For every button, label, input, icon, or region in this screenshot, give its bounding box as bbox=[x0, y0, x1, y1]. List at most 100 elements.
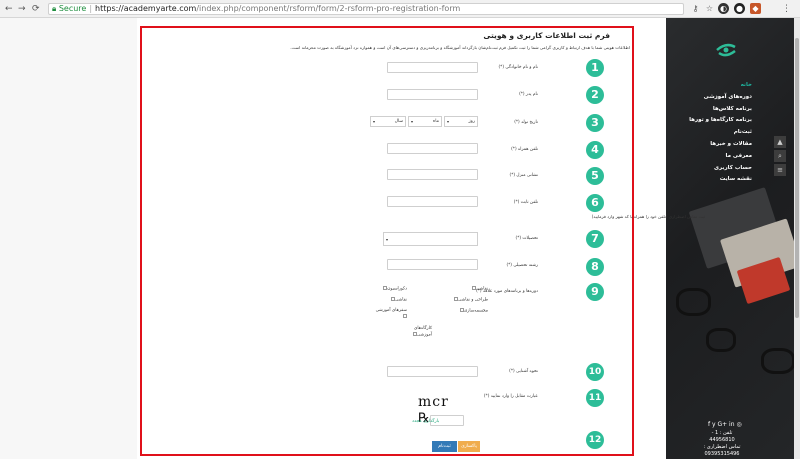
fullname-input[interactable] bbox=[387, 62, 478, 73]
site-logo[interactable] bbox=[714, 42, 738, 58]
birth-day-select[interactable]: روز ▾ bbox=[444, 116, 478, 127]
lock-icon: 🔒︎ bbox=[52, 4, 57, 13]
url-path: /index.php/component/rsform/form/2-rsfor… bbox=[196, 4, 461, 13]
field-label: رشته تحصیلی (*) bbox=[506, 263, 538, 268]
field-label: نام و نام خانوادگی (*) bbox=[498, 65, 539, 70]
reset-button[interactable]: پاکسازی bbox=[458, 441, 480, 452]
step-number: 7 bbox=[586, 230, 604, 248]
birth-day-value: روز bbox=[468, 119, 475, 124]
step-number: 12 bbox=[586, 431, 604, 449]
step-number: 9 bbox=[586, 283, 604, 301]
key-icon[interactable]: ⚷ bbox=[690, 3, 701, 14]
step-number: 6 bbox=[586, 194, 604, 212]
chevron-down-icon: ▾ bbox=[373, 119, 376, 124]
address-input[interactable] bbox=[387, 169, 478, 180]
chevron-down-icon: ▾ bbox=[386, 237, 389, 242]
field-label: تلفن ثابت (*) bbox=[513, 200, 538, 205]
social-links[interactable]: f y G+ in ◎ bbox=[708, 421, 742, 428]
decor-image bbox=[761, 348, 795, 374]
checkbox-box[interactable] bbox=[403, 314, 407, 318]
phone-number: تلفن : 1 - 44956810 bbox=[709, 430, 735, 443]
form-title: فرم ثبت اطلاعات کاربری و هویتی bbox=[483, 31, 610, 40]
checkbox-label: طراحی و نقاشی bbox=[458, 297, 488, 303]
checkbox-label: نقاشی bbox=[476, 286, 488, 292]
forward-icon[interactable]: → bbox=[18, 4, 26, 14]
step-number: 3 bbox=[586, 114, 604, 132]
browser-toolbar: ← → ⟳ 🔒︎ Secure | https://academyarte.com/… bbox=[0, 0, 800, 18]
sidebar-item-register[interactable]: ثبت‌نام bbox=[689, 127, 752, 139]
field-label: تحصیلات (*) bbox=[515, 236, 538, 241]
sidebar-item-articles[interactable]: مقالات و خبرها bbox=[689, 139, 752, 151]
step-number: 10 bbox=[586, 363, 604, 381]
sidebar-item-account[interactable]: حساب کاربری bbox=[689, 163, 752, 175]
form-intro: اطلاعات هویتی شما با هدف ارتباط و کاربری… bbox=[290, 45, 630, 50]
emergency-phone: تماس اضطراری : 09395315496 bbox=[703, 444, 741, 457]
scrollbar-thumb[interactable] bbox=[795, 38, 799, 318]
sidebar-item-class-schedule[interactable]: برنامه کلاس‌ها bbox=[689, 104, 752, 116]
captcha-image: mcr ℞ bbox=[418, 394, 449, 426]
chevron-down-icon: ▾ bbox=[447, 119, 450, 124]
step-number: 1 bbox=[586, 59, 604, 77]
sidebar-menu: خانه دوره‌های آموزشی برنامه کلاس‌ها برنا… bbox=[689, 80, 752, 186]
sidebar-item-sitemap[interactable]: نقشه سایت bbox=[689, 174, 752, 186]
interest-checkbox[interactable]: نقاشی bbox=[389, 297, 407, 304]
birth-year-value: سال bbox=[394, 119, 403, 124]
checkbox-label: نقاشی bbox=[395, 297, 407, 303]
notification-icon[interactable]: ▲ bbox=[774, 136, 786, 148]
step-number: 2 bbox=[586, 86, 604, 104]
major-input[interactable] bbox=[387, 259, 478, 270]
interest-checkbox[interactable]: مجسمه‌سازی bbox=[458, 308, 488, 315]
captcha-refresh-link[interactable]: بارگذاری مجدد bbox=[412, 419, 439, 424]
field-label: نشانی منزل (*) bbox=[509, 173, 538, 178]
checkbox-label: دکوراسیون bbox=[387, 286, 407, 292]
interest-checkbox[interactable]: کارگاه‌های آموزشی bbox=[398, 326, 432, 339]
birth-year-select[interactable]: سال ▾ bbox=[370, 116, 406, 127]
checkbox-label: کارگاه‌های آموزشی bbox=[414, 326, 432, 338]
step-number: 8 bbox=[586, 258, 604, 276]
decor-image bbox=[676, 288, 711, 316]
extension-icon[interactable]: ◐ bbox=[718, 3, 729, 14]
decor-image bbox=[706, 328, 736, 352]
menu-icon[interactable]: ⋮ bbox=[782, 4, 791, 14]
birth-month-select[interactable]: ماه ▾ bbox=[408, 116, 442, 127]
interest-checkbox[interactable]: سفرهای آموزشی bbox=[373, 308, 407, 321]
field-label: تاریخ تولد (*) bbox=[514, 120, 538, 125]
chevron-down-icon: ▾ bbox=[411, 119, 414, 124]
sidebar-item-workshops[interactable]: برنامه کارگاه‌ها و تورها bbox=[689, 115, 752, 127]
contact-info: تلفن : 1 - 44956810 تماس اضطراری : 09395… bbox=[700, 430, 744, 458]
submit-button[interactable]: ثبت‌نام bbox=[432, 441, 457, 452]
address-bar[interactable]: 🔒︎ Secure | https://academyarte.com/index.… bbox=[48, 3, 684, 15]
step-number: 5 bbox=[586, 167, 604, 185]
checkbox-label: سفرهای آموزشی bbox=[375, 308, 407, 313]
star-icon[interactable]: ☆ bbox=[704, 3, 715, 14]
extension-icon[interactable]: ◆ bbox=[750, 3, 761, 14]
field-label: عبارت مقابل را وارد نمایید (*) bbox=[483, 394, 538, 399]
sidebar-item-about[interactable]: معرفی ما bbox=[689, 151, 752, 163]
scrollbar[interactable] bbox=[794, 18, 800, 459]
referral-input[interactable] bbox=[387, 366, 478, 377]
back-icon[interactable]: ← bbox=[5, 4, 13, 14]
education-select[interactable]: ▾ bbox=[383, 232, 478, 246]
field-label: نحوه آشنایی (*) bbox=[509, 369, 538, 374]
step-number: 11 bbox=[586, 389, 604, 407]
reload-icon[interactable]: ⟳ bbox=[32, 4, 40, 14]
extension-icon[interactable]: ● bbox=[734, 3, 745, 14]
father-name-input[interactable] bbox=[387, 89, 478, 100]
mobile-input[interactable] bbox=[387, 143, 478, 154]
landline-input[interactable] bbox=[387, 196, 478, 207]
search-icon[interactable]: ⌕ bbox=[774, 150, 786, 162]
captcha-text: mcr bbox=[418, 394, 449, 410]
secure-label: Secure bbox=[58, 4, 87, 13]
share-icon[interactable]: ≡ bbox=[774, 164, 786, 176]
url-separator: | bbox=[89, 4, 93, 13]
interest-checkbox[interactable]: نقاشی bbox=[470, 286, 488, 293]
step-number: 4 bbox=[586, 141, 604, 159]
interest-checkbox[interactable]: طراحی و نقاشی bbox=[452, 297, 488, 304]
field-label: تلفن همراه (*) bbox=[511, 147, 538, 152]
url-host: https://academyarte.com bbox=[95, 4, 197, 13]
sidebar-item-courses[interactable]: دوره‌های آموزشی bbox=[689, 92, 752, 104]
birth-month-value: ماه bbox=[432, 119, 439, 124]
field-label: نام پدر (*) bbox=[519, 92, 538, 97]
interest-checkbox[interactable]: دکوراسیون bbox=[381, 286, 407, 293]
sidebar-item-home[interactable]: خانه bbox=[689, 80, 752, 92]
